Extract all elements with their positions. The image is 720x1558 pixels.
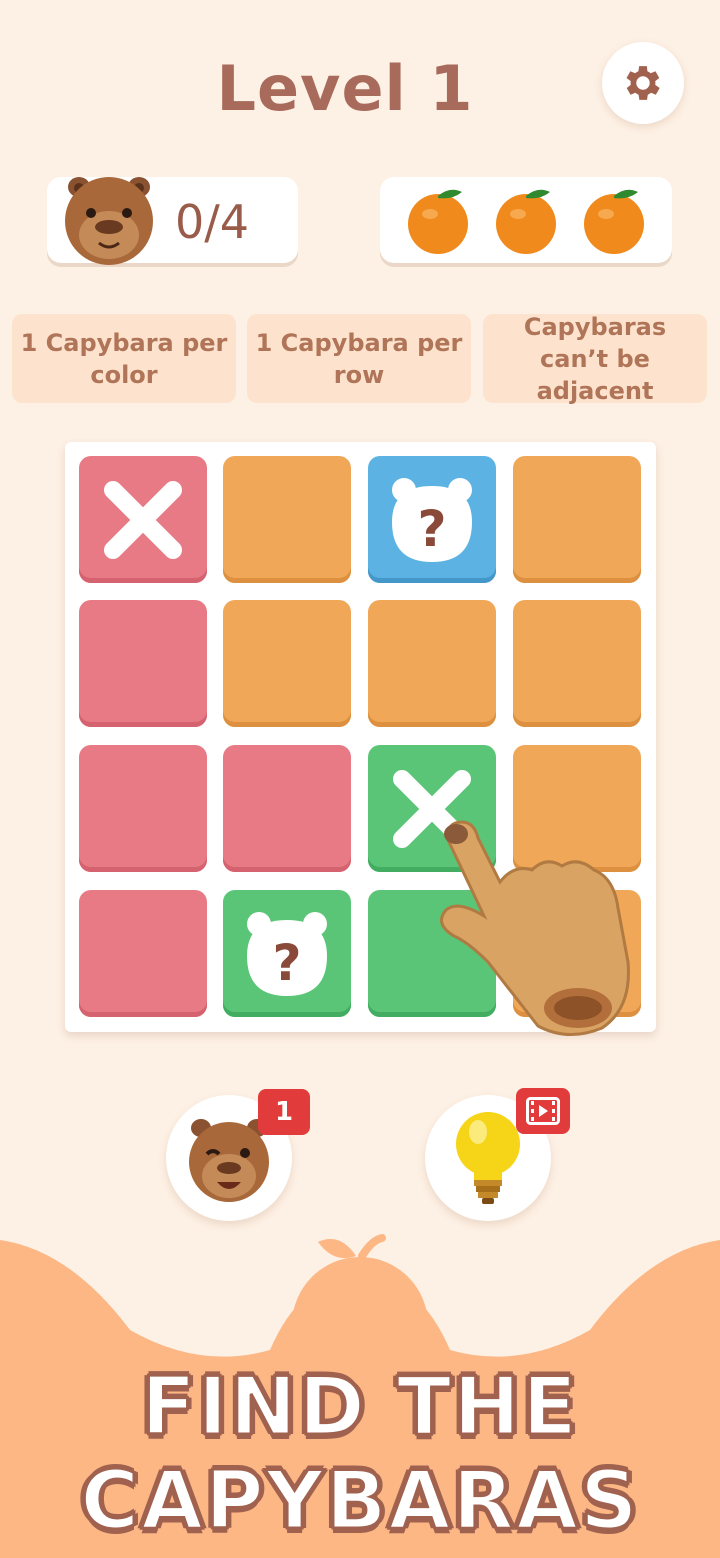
board-cell[interactable]	[79, 456, 207, 583]
level-title: Level 1	[216, 52, 474, 125]
rule-per-row: 1 Capybara per row	[247, 314, 471, 403]
board-cell[interactable]	[368, 600, 496, 727]
board-cell[interactable]	[79, 600, 207, 727]
video-ad-badge	[516, 1088, 570, 1134]
capybara-hint-icon: ?	[392, 477, 472, 562]
video-ad-icon	[526, 1097, 560, 1125]
booster-count-badge: 1	[258, 1089, 310, 1135]
board-cell[interactable]	[223, 456, 351, 583]
orange-icon	[408, 189, 468, 254]
capybara-icon	[65, 177, 153, 265]
lives-panel	[380, 177, 672, 263]
hint-symbol: ?	[417, 500, 446, 558]
rule-per-color: 1 Capybara per color	[12, 314, 236, 403]
capybara-counter: 0/4	[47, 177, 298, 265]
board-cell[interactable]	[79, 745, 207, 872]
cross-mark-icon	[104, 480, 182, 559]
hint-symbol: ?	[272, 934, 301, 992]
orange-icon	[496, 189, 556, 254]
found-count: 0/4	[175, 195, 250, 249]
gear-icon	[626, 66, 660, 100]
settings-button[interactable]	[602, 42, 684, 124]
banner-line-2: CAPYBARAS	[79, 1453, 640, 1549]
board-cell[interactable]	[223, 745, 351, 872]
capybara-hint-icon: ?	[247, 911, 327, 996]
rule-not-adjacent: Capybaras can’t be adjacent	[483, 313, 707, 405]
board-cell[interactable]	[223, 600, 351, 727]
board-cell[interactable]	[513, 600, 641, 727]
pointing-hand-icon	[440, 820, 630, 1037]
board-cell[interactable]: ?	[368, 456, 496, 583]
board-cell[interactable]	[79, 890, 207, 1017]
orange-icon	[584, 189, 644, 254]
board-cell[interactable]: ?	[223, 890, 351, 1017]
board-cell[interactable]	[513, 456, 641, 583]
banner-line-1: FIND THE	[140, 1359, 579, 1455]
